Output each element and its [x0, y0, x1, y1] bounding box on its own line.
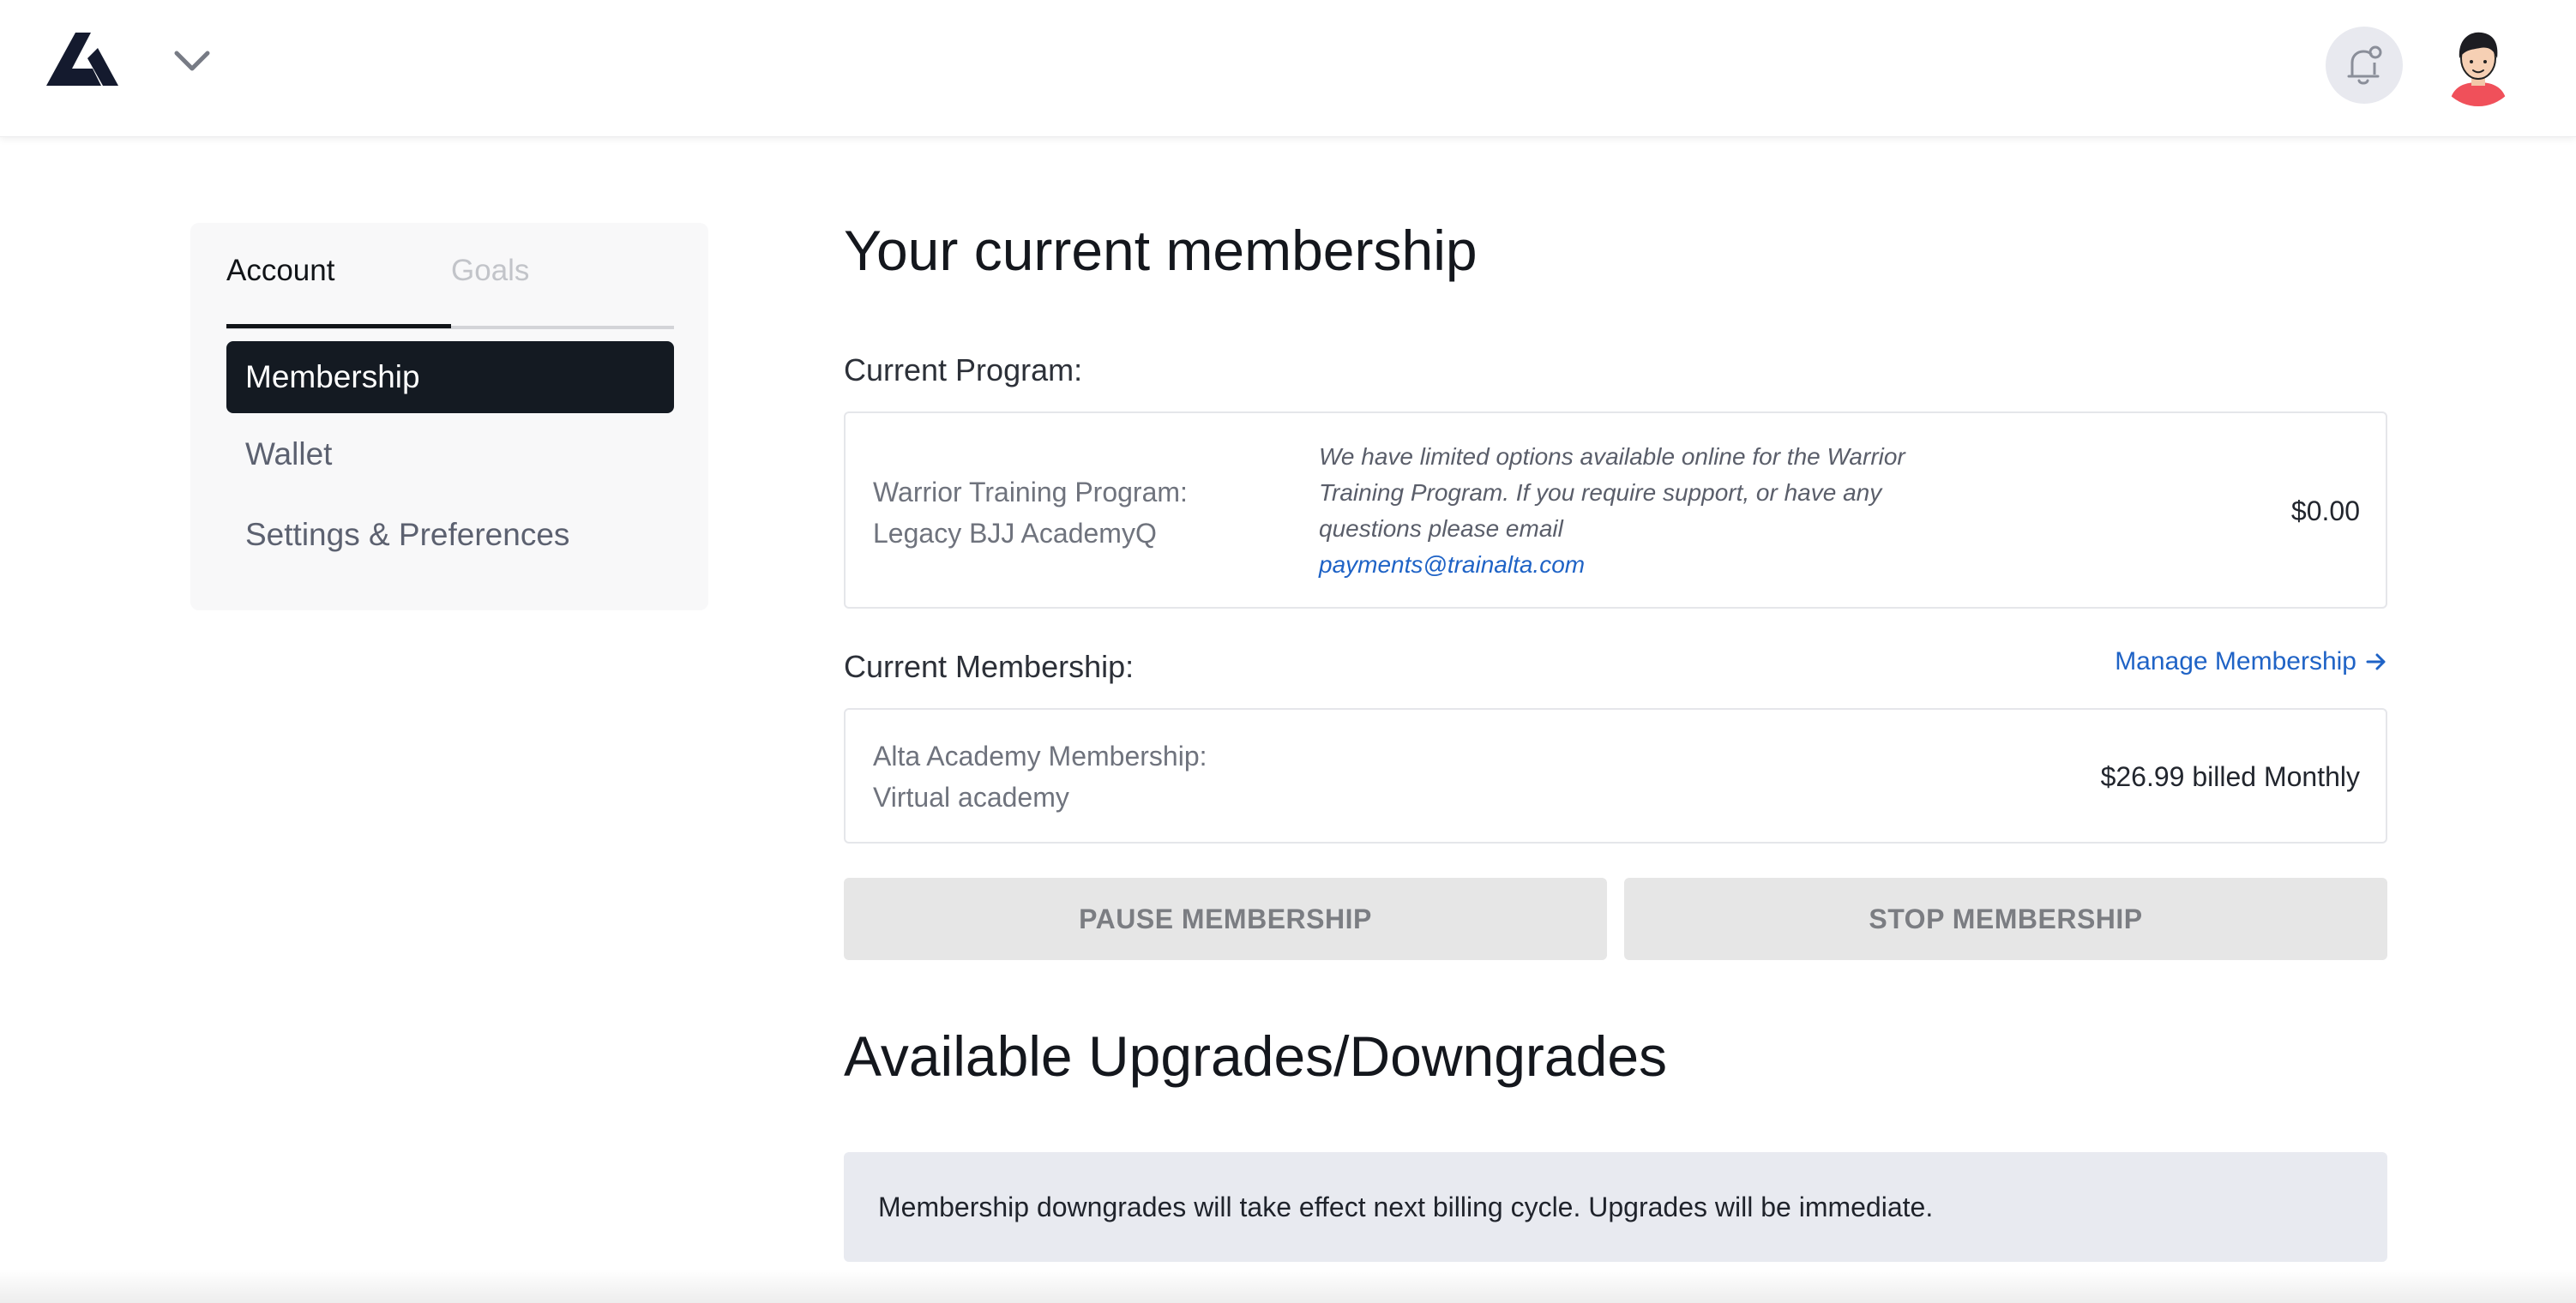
sidebar-item-settings[interactable]: Settings & Preferences: [226, 499, 674, 571]
bell-icon: [2347, 45, 2382, 85]
program-support-note: We have limited options available online…: [1319, 439, 1919, 583]
manage-membership-link[interactable]: Manage Membership: [2115, 645, 2387, 679]
current-membership-label: Current Membership:: [844, 649, 1135, 684]
sidebar-item-wallet[interactable]: Wallet: [226, 418, 674, 490]
page-title: Your current membership: [844, 219, 1478, 282]
membership-price: $26.99 billed Monthly: [2100, 761, 2360, 792]
account-sidebar: Account Goals Membership Wallet Settings…: [190, 223, 708, 610]
bottom-shadow: [0, 1269, 2576, 1303]
current-program-label: Current Program:: [844, 352, 1083, 387]
program-name: Warrior Training Program: Legacy BJJ Aca…: [873, 471, 1188, 554]
program-note-text: We have limited options available online…: [1319, 443, 1905, 542]
stop-membership-button[interactable]: STOP MEMBERSHIP: [1624, 878, 2387, 960]
support-email-link[interactable]: payments@trainalta.com: [1319, 547, 1919, 583]
upgrade-notice: Membership downgrades will take effect n…: [844, 1152, 2387, 1262]
pause-membership-button[interactable]: PAUSE MEMBERSHIP: [844, 878, 1607, 960]
membership-name-line1: Alta Academy Membership:: [873, 741, 1207, 772]
sidebar-item-membership[interactable]: Membership: [226, 341, 674, 413]
membership-name-line2: Virtual academy: [873, 782, 1069, 813]
current-membership-card: Alta Academy Membership: Virtual academy…: [844, 708, 2387, 844]
tab-active-indicator: [226, 324, 451, 328]
notifications-button[interactable]: [2326, 27, 2403, 104]
upgrades-title: Available Upgrades/Downgrades: [844, 1024, 1668, 1088]
program-name-line2: Legacy BJJ AcademyQ: [873, 518, 1157, 549]
membership-name: Alta Academy Membership: Virtual academy: [873, 736, 1207, 818]
tab-goals[interactable]: Goals: [451, 254, 529, 288]
sidebar-tabs: Account Goals: [226, 254, 674, 329]
user-avatar[interactable]: [2437, 24, 2519, 106]
alta-logo-icon[interactable]: [46, 33, 118, 86]
program-price: $0.00: [2290, 495, 2360, 526]
tab-account[interactable]: Account: [226, 254, 334, 288]
chevron-down-icon[interactable]: [172, 48, 213, 74]
program-name-line1: Warrior Training Program:: [873, 477, 1188, 507]
manage-membership-label: Manage Membership: [2115, 647, 2356, 676]
top-bar: [0, 0, 2576, 137]
current-program-card: Warrior Training Program: Legacy BJJ Aca…: [844, 411, 2387, 609]
arrow-right-icon: [2366, 653, 2386, 670]
